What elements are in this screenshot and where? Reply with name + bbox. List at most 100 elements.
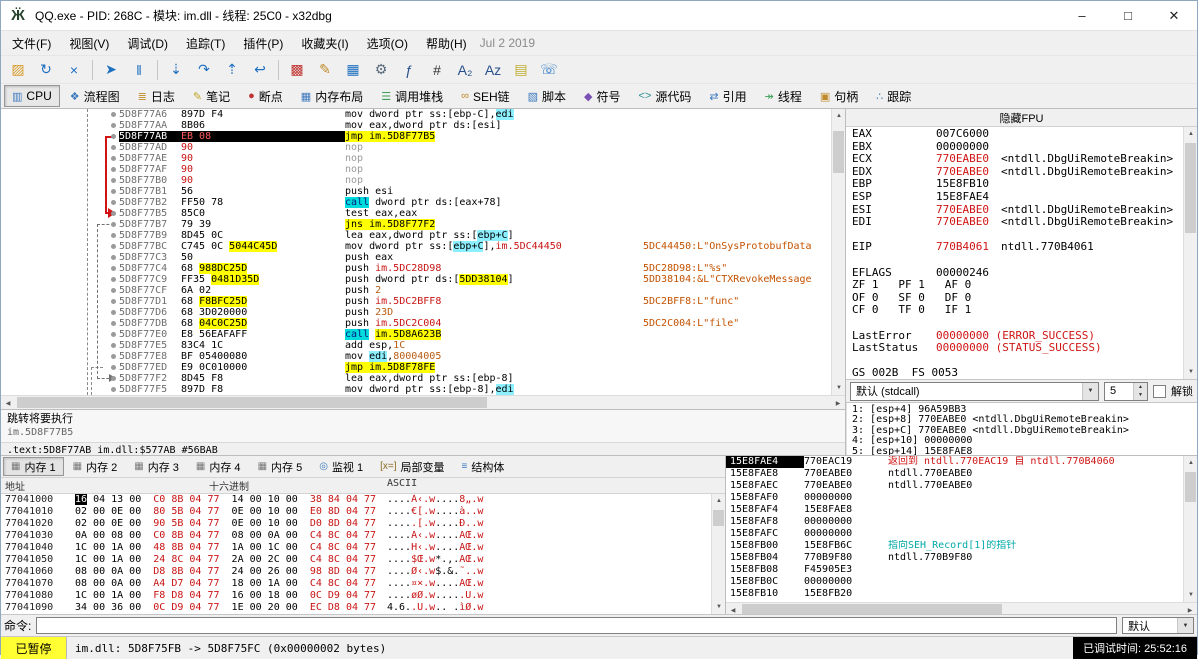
breakpoint-dot[interactable] [111,123,116,128]
register-row[interactable]: LastStatus 00000000 (STATUS_SUCCESS) [852,341,1183,355]
tab-watch-1[interactable]: ◎ 监视 1 [311,457,371,476]
spinner-down-icon[interactable]: ▼ [1134,391,1147,400]
breakpoint-dot[interactable] [111,387,116,392]
disasm-row[interactable]: 5D8F77D6 68 3D020000 push 23D [1,307,831,318]
breakpoint-dot[interactable] [111,376,116,381]
menu-item-视图(V)[interactable]: 视图(V) [60,31,118,55]
tab-source[interactable]: <> 源代码 [631,85,700,107]
patches-button[interactable]: ▩ [284,58,310,82]
unlock-checkbox[interactable] [1153,384,1166,398]
scrollbar-thumb[interactable] [742,604,1002,614]
stack-row[interactable]: 15E8FAF4 15E8FAE8 [726,504,1183,516]
convention-dropdown[interactable]: 默认 (stdcall) ▼ [850,381,1099,401]
register-row[interactable]: GS 002B FS 0053 [852,366,1183,379]
minimize-button[interactable]: – [1059,1,1105,30]
dump-row[interactable]: 77041000 16 04 13 00 C0 8B 04 77 14 00 10… [1,494,711,506]
breakpoint-dot[interactable] [111,299,116,304]
tab-trace[interactable]: ∴ 跟踪 [868,85,919,107]
disasm-row[interactable]: 5D8F77B0 90 nop [1,175,831,186]
comment-button[interactable]: ✎ [312,58,338,82]
disasm-row[interactable]: 5D8F77C4 68 988DC25D push im.5DC28D98 5DC28… [1,263,831,274]
stack-row[interactable]: 15E8FB10 15E8FB20 [726,588,1183,600]
tab-log[interactable]: ≣ 日志 [130,85,183,107]
disasm-row[interactable]: 5D8F77DB 68 04C0C25D push im.5DC2C004 5DC2C… [1,318,831,329]
dump-row[interactable]: 77041070 08 00 0A 00 A4 D7 04 77 18 00 1A… [1,578,711,590]
assemble-button[interactable]: # [424,58,450,82]
chevron-down-icon[interactable]: ▼ [1082,382,1098,400]
dump-row[interactable]: 77041010 02 00 0E 00 80 5B 04 77 0E 00 10… [1,506,711,518]
stack-row[interactable]: 15E8FB08 F45905E3 [726,564,1183,576]
breakpoint-dot[interactable] [111,343,116,348]
text-decode-button[interactable]: Az [480,58,506,82]
menu-item-帮助(H)[interactable]: 帮助(H) [417,31,476,55]
scroll-left-arrow[interactable]: ◀ [726,603,740,614]
close-button[interactable]: × [61,58,87,82]
breakpoint-dot[interactable] [111,288,116,293]
run-to-return-button[interactable]: ↩ [247,58,273,82]
breakpoint-dot[interactable] [111,321,116,326]
dump-row[interactable]: 77041060 08 00 0A 00 D8 8B 04 77 24 00 26… [1,566,711,578]
tab-threads[interactable]: ↠ 线程 [757,85,810,107]
stack-row[interactable]: 15E8FAEC 770EABE0 ntdll.770EABE0 [726,480,1183,492]
breakpoint-dot[interactable] [111,112,116,117]
breakpoint-dot[interactable] [111,211,116,216]
register-row[interactable]: EAX 007C6000 [852,127,1183,141]
tab-cpu[interactable]: ▥ CPU [4,85,60,107]
tab-dump-1[interactable]: ▦ 内存 1 [3,457,64,476]
breakpoint-dot[interactable] [111,222,116,227]
register-row[interactable]: ESP 15E8FAE4 [852,190,1183,204]
scroll-down-arrow[interactable]: ▼ [1184,365,1197,379]
stack-row[interactable]: 15E8FAFC 00000000 [726,528,1183,540]
breakpoint-dot[interactable] [111,244,116,249]
stack-row[interactable]: 15E8FB04 770B9F80 ntdll.770B9F80 [726,552,1183,564]
disasm-row[interactable]: 5D8F77F5 897D F8 mov dword ptr ss:[ebp-8],… [1,384,831,395]
breakpoint-dot[interactable] [111,255,116,260]
tab-references[interactable]: ⇄ 引用 [701,85,754,107]
disasm-row[interactable]: 5D8F77BC C745 0C 5044C45D mov dword ptr ss… [1,241,831,252]
disasm-row[interactable]: 5D8F77CF 6A 02 push 2 [1,285,831,296]
disasm-row[interactable]: 5D8F77B1 56 push esi [1,186,831,197]
tab-script[interactable]: ▧ 脚本 [520,85,574,107]
disasm-row[interactable]: 5D8F77A6 897D F4 mov dword ptr ss:[ebp-C],… [1,109,831,120]
calculator-button[interactable]: ƒ [396,58,422,82]
tab-dump-5[interactable]: ▦ 内存 5 [250,457,311,476]
dump-row[interactable]: 77041040 1C 00 1A 00 48 8B 04 77 1A 00 1C… [1,542,711,554]
tab-memory-map[interactable]: ▦ 内存布局 [293,85,371,107]
notes-pad-button[interactable]: ▤ [508,58,534,82]
scrollbar-thumb[interactable] [17,397,487,408]
breakpoint-dot[interactable] [111,354,116,359]
disasm-row[interactable]: 5D8F77B5 85C0 test eax,eax [1,208,831,219]
scroll-up-arrow[interactable]: ▲ [712,494,725,508]
scroll-down-arrow[interactable]: ▼ [712,600,725,614]
tab-dump-2[interactable]: ▦ 内存 2 [65,457,126,476]
scrollbar-thumb[interactable] [1185,143,1196,233]
breakpoint-dot[interactable] [111,310,116,315]
disasm-row[interactable]: 5D8F77E0 E8 56EAFAFF call im.5D8A623B [1,329,831,340]
font-small-button[interactable]: A₂ [452,58,478,82]
run-button[interactable]: ➤ [98,58,124,82]
tab-symbols[interactable]: ◆ 符号 [576,85,628,107]
breakpoint-dot[interactable] [111,178,116,183]
breakpoint-dot[interactable] [111,156,116,161]
settings-button[interactable]: ⚙ [368,58,394,82]
breakpoint-dot[interactable] [111,200,116,205]
memory-map-button[interactable]: ▦ [340,58,366,82]
disasm-row[interactable]: 5D8F77AB EB 08 jmp im.5D8F77B5 [1,131,831,142]
register-row[interactable]: CF 0 TF 0 IF 1 [852,304,1183,317]
restart-button[interactable]: ↻ [33,58,59,82]
scroll-right-arrow[interactable]: ▶ [831,396,845,410]
tab-seh[interactable]: ∞ SEH链 [453,85,518,107]
stack-row[interactable]: 15E8FB00 15E8FB6C 指向SEH_Record[1]的指针 [726,540,1183,552]
menu-item-选项(O)[interactable]: 选项(O) [358,31,417,55]
disasm-row[interactable]: 5D8F77C3 50 push eax [1,252,831,263]
register-row[interactable]: EIP 770B4061 ntdll.770B4061 [852,241,1183,254]
scroll-right-arrow[interactable]: ▶ [1183,603,1197,614]
open-file-button[interactable]: ▨ [5,58,31,82]
breakpoint-dot[interactable] [111,266,116,271]
command-input[interactable] [36,617,1117,634]
dump-row[interactable]: 77041050 1C 00 1A 00 24 8C 04 77 2A 00 2C… [1,554,711,566]
scroll-left-arrow[interactable]: ◀ [1,396,15,410]
disasm-row[interactable]: 5D8F77B9 8D45 0C lea eax,dword ptr ss:[ebp… [1,230,831,241]
report-bug-button[interactable]: ☏ [536,58,562,82]
breakpoint-dot[interactable] [111,134,116,139]
